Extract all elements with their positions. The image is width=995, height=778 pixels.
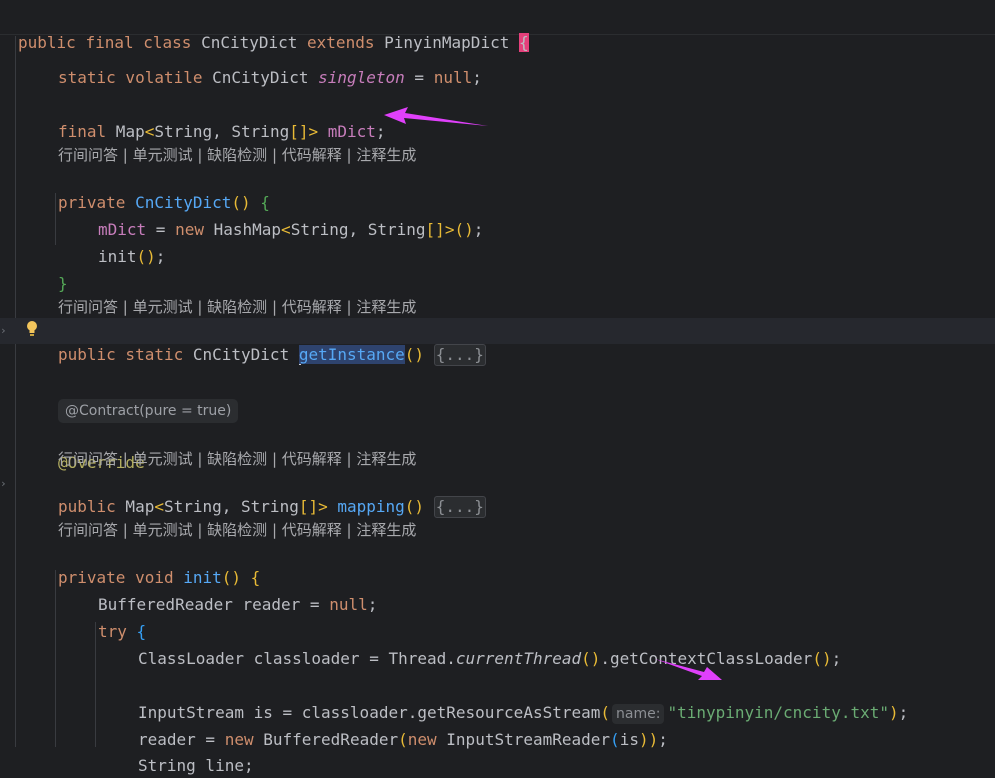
declaration: String line	[138, 756, 244, 775]
semicolon: ;	[243, 756, 254, 775]
annotation-arrow-icon	[384, 107, 722, 680]
